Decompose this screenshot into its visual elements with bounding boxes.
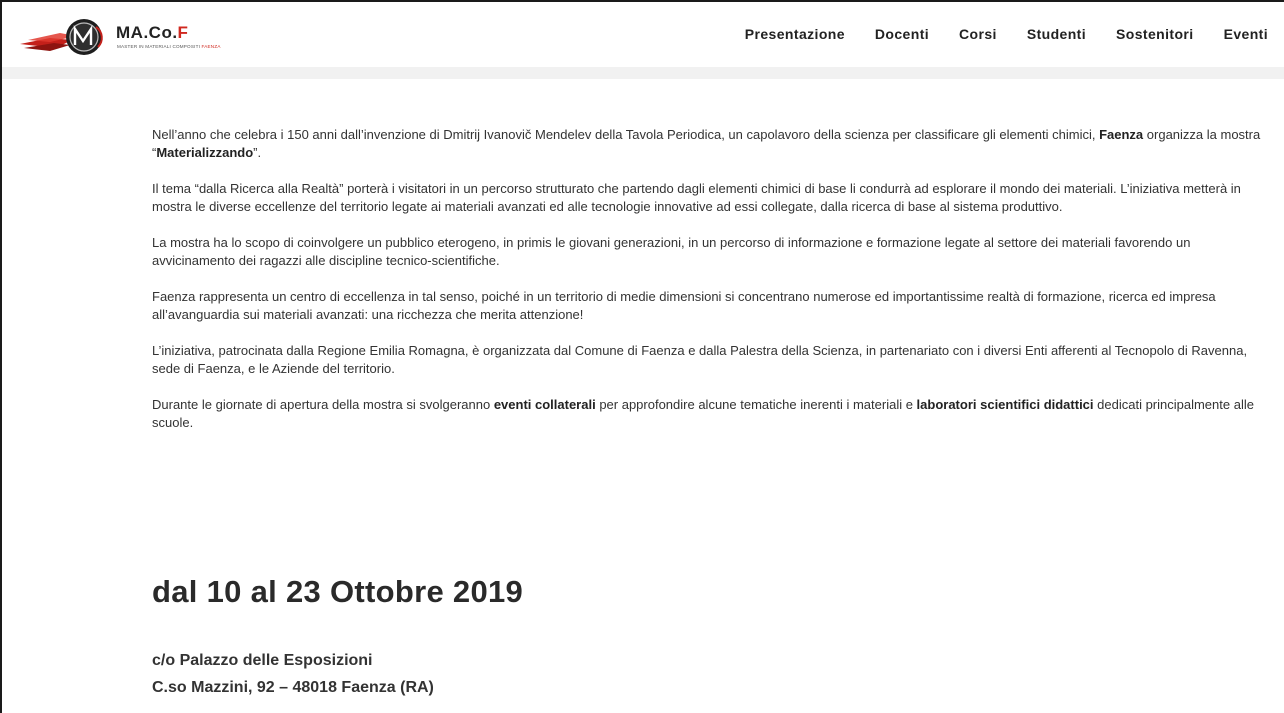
paragraph-theme: Il tema “dalla Ricerca alla Realtà” port… (152, 181, 1241, 214)
window-frame-left (0, 0, 2, 713)
nav-item-docenti[interactable]: Docenti (875, 26, 929, 42)
nav-item-studenti[interactable]: Studenti (1027, 26, 1086, 42)
event-address: C.so Mazzini, 92 – 48018 Faenza (RA) (152, 679, 434, 696)
paragraph-purpose: La mostra ha lo scopo di coinvolgere un … (152, 235, 1191, 268)
paragraph-faenza: Faenza rappresenta un centro di eccellen… (152, 289, 1216, 322)
logo-emblem-icon (20, 19, 103, 55)
site-header: MA.Co.F MASTER IN MATERIALI COMPOSITI FA… (2, 2, 1284, 69)
event-date-heading: dal 10 al 23 Ottobre 2019 (152, 574, 524, 609)
article-body: Nell’anno che celebra i 150 anni dall’in… (152, 126, 1277, 450)
paragraph-intro: Nell’anno che celebra i 150 anni dall’in… (152, 127, 1261, 160)
logo-tagline: MASTER IN MATERIALI COMPOSITI FAENZA (117, 44, 221, 49)
nav-item-corsi[interactable]: Corsi (959, 26, 997, 42)
main-navigation: Presentazione Docenti Corsi Studenti Sos… (745, 26, 1268, 42)
nav-item-eventi[interactable]: Eventi (1224, 26, 1268, 42)
paragraph-patronage: L’iniziativa, patrocinata dalla Regione … (152, 343, 1248, 376)
nav-item-presentazione[interactable]: Presentazione (745, 26, 845, 42)
nav-item-sostenitori[interactable]: Sostenitori (1116, 26, 1194, 42)
logo-wordmark: MA.Co.F (116, 23, 189, 42)
header-subbar (2, 67, 1284, 79)
site-logo[interactable]: MA.Co.F MASTER IN MATERIALI COMPOSITI FA… (20, 18, 220, 56)
event-venue: c/o Palazzo delle Esposizioni (152, 652, 373, 669)
paragraph-events: Durante le giornate di apertura della mo… (152, 397, 1254, 430)
